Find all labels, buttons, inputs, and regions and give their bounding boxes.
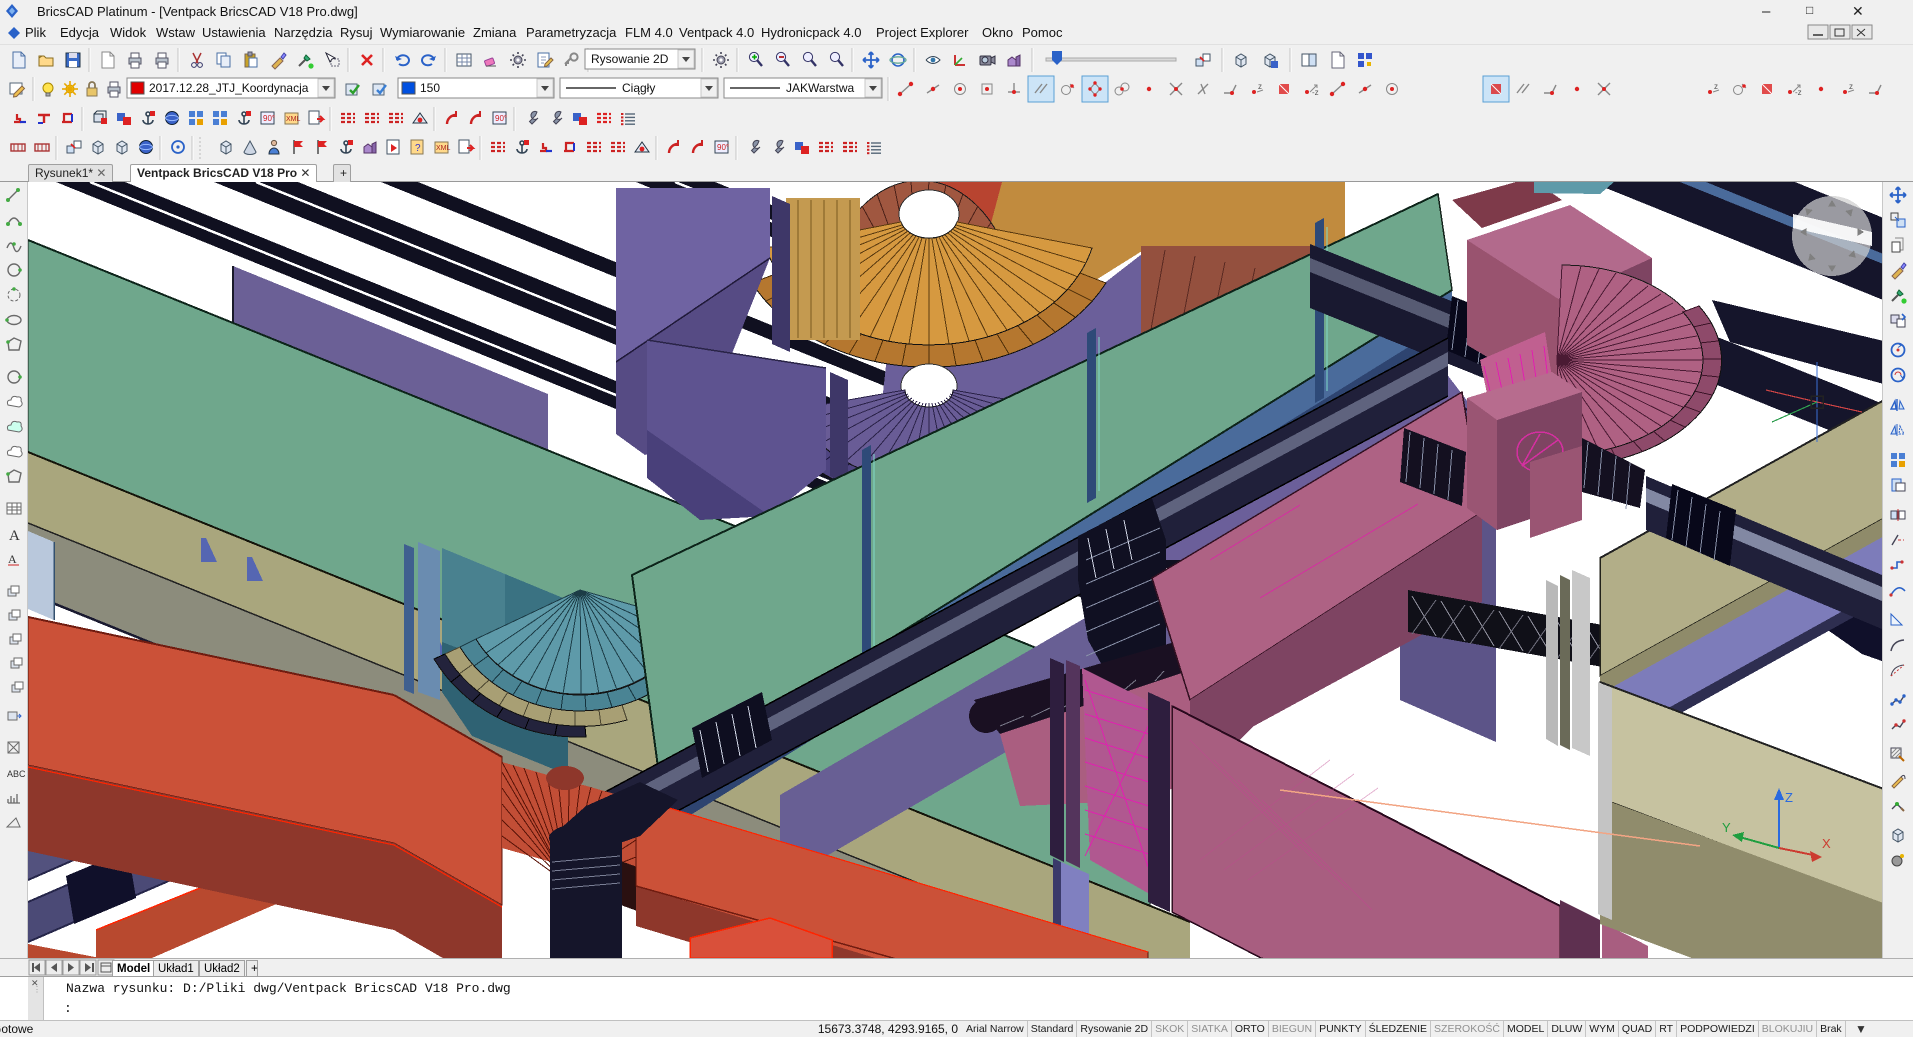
svg-text:Z: Z bbox=[1785, 790, 1793, 805]
svg-text:90°: 90° bbox=[717, 143, 729, 152]
svg-text:2017.12.28_JTJ_Koordynacja: 2017.12.28_JTJ_Koordynacja bbox=[149, 81, 309, 95]
svg-text:A: A bbox=[9, 528, 20, 544]
svg-text:ABC: ABC bbox=[7, 769, 26, 779]
svg-text:z: z bbox=[1714, 82, 1718, 91]
svg-text:Rysowanie 2D: Rysowanie 2D bbox=[591, 52, 669, 66]
svg-text:-z: -z bbox=[1795, 88, 1802, 97]
svg-text:?: ? bbox=[415, 143, 421, 154]
svg-text:z: z bbox=[1849, 82, 1853, 91]
svg-text:-z: -z bbox=[1312, 88, 1319, 97]
svg-text:Ciągły: Ciągły bbox=[622, 81, 655, 95]
svg-text:XML: XML bbox=[286, 116, 301, 123]
svg-text:X: X bbox=[1822, 836, 1831, 851]
svg-text:90°: 90° bbox=[495, 114, 507, 123]
svg-text:z: z bbox=[1258, 82, 1262, 91]
svg-text:Y: Y bbox=[1722, 820, 1731, 835]
svg-text:XML: XML bbox=[436, 145, 451, 152]
svg-text:A: A bbox=[8, 552, 17, 566]
svg-text:90°: 90° bbox=[263, 114, 275, 123]
svg-text:JAKWarstwa: JAKWarstwa bbox=[786, 81, 855, 95]
svg-text:150: 150 bbox=[420, 81, 440, 95]
